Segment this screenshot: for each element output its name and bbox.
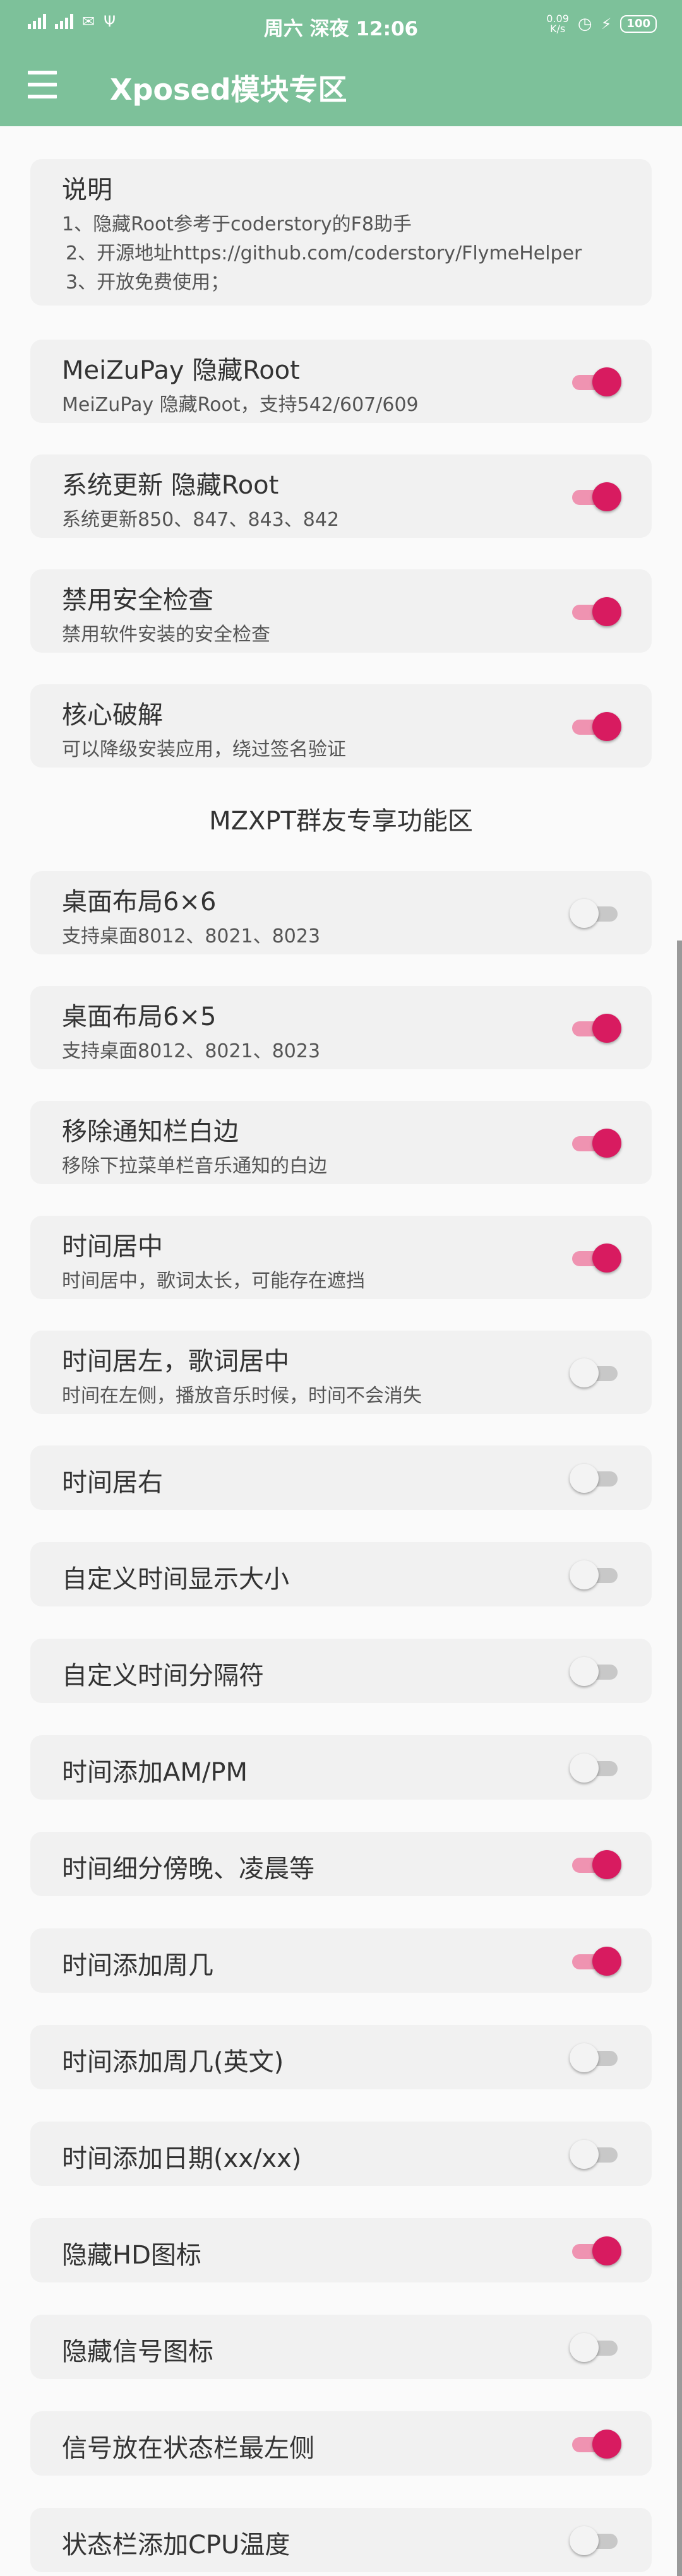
setting-custom-time-size[interactable]: 自定义时间显示大小 xyxy=(30,1542,652,1606)
setting-meizupay-hide-root[interactable]: MeiZuPay 隐藏Root MeiZuPay 隐藏Root，支持542/60… xyxy=(30,340,652,423)
toggle-switch[interactable] xyxy=(570,1010,621,1045)
setting-cpu-temperature[interactable]: 状态栏添加CPU温度 xyxy=(30,2508,652,2572)
setting-desktop-layout-6x6[interactable]: 桌面布局6×6 支持桌面8012、8021、8023 xyxy=(30,871,652,954)
setting-time-right[interactable]: 时间居右 xyxy=(30,1445,652,1510)
scrollbar[interactable] xyxy=(677,941,682,2576)
status-bar: ✉ Ψ 周六 深夜 12:06 0.09 K/s ◷ ⚡ 100 xyxy=(0,0,682,53)
charging-icon: ⚡ xyxy=(601,15,612,33)
setting-time-am-pm[interactable]: 时间添加AM/PM xyxy=(30,1735,652,1800)
toggle-switch[interactable] xyxy=(570,1240,621,1275)
setting-time-center[interactable]: 时间居中 时间居中，歌词太长，可能存在遮挡 xyxy=(30,1216,652,1299)
setting-system-update-hide-root[interactable]: 系统更新 隐藏Root 系统更新850、847、843、842 xyxy=(30,454,652,538)
description-line: 2、开源地址https://github.com/coderstory/Flym… xyxy=(66,242,582,264)
toggle-switch[interactable] xyxy=(570,1846,621,1882)
toggle-switch[interactable] xyxy=(570,1460,621,1495)
setting-desktop-layout-6x5[interactable]: 桌面布局6×5 支持桌面8012、8021、8023 xyxy=(30,986,652,1069)
setting-signal-leftmost[interactable]: 信号放在状态栏最左侧 xyxy=(30,2411,652,2476)
page-title: Xposed模块专区 xyxy=(110,73,347,107)
toggle-switch[interactable] xyxy=(570,364,621,399)
toggle-switch[interactable] xyxy=(570,1750,621,1785)
net-speed: 0.09 K/s xyxy=(546,13,569,35)
status-icons-right: 0.09 K/s ◷ ⚡ 100 xyxy=(546,14,657,34)
toggle-switch[interactable] xyxy=(570,478,621,514)
toggle-switch[interactable] xyxy=(570,1355,621,1390)
setting-time-left-lyrics-center[interactable]: 时间居左，歌词居中 时间在左侧，播放音乐时候，时间不会消失 xyxy=(30,1331,652,1414)
description-card: 说明 1、隐藏Root参考于coderstory的F8助手 2、开源地址http… xyxy=(30,159,652,306)
toggle-switch[interactable] xyxy=(570,593,621,629)
setting-hide-hd-icon[interactable]: 隐藏HD图标 xyxy=(30,2218,652,2282)
setting-time-weekday-english[interactable]: 时间添加周几(英文) xyxy=(30,2025,652,2089)
setting-custom-time-separator[interactable]: 自定义时间分隔符 xyxy=(30,1639,652,1703)
toggle-switch[interactable] xyxy=(570,1557,621,1592)
toggle-switch[interactable] xyxy=(570,2136,621,2171)
toggle-switch[interactable] xyxy=(570,2233,621,2268)
setting-core-crack[interactable]: 核心破解 可以降级安装应用，绕过签名验证 xyxy=(30,684,652,768)
toggle-switch[interactable] xyxy=(570,1653,621,1689)
battery-icon: 100 xyxy=(620,15,657,33)
alarm-icon: ◷ xyxy=(577,15,592,33)
toggle-switch[interactable] xyxy=(570,2329,621,2365)
setting-hide-signal-icon[interactable]: 隐藏信号图标 xyxy=(30,2315,652,2379)
setting-time-weekday[interactable]: 时间添加周几 xyxy=(30,1928,652,1993)
description-line: 1、隐藏Root参考于coderstory的F8助手 xyxy=(62,213,412,235)
description-line: 3、开放免费使用； xyxy=(66,271,230,294)
setting-remove-notification-border[interactable]: 移除通知栏白边 移除下拉菜单栏音乐通知的白边 xyxy=(30,1101,652,1184)
toggle-switch[interactable] xyxy=(570,2426,621,2461)
toggle-switch[interactable] xyxy=(570,1125,621,1160)
toggle-switch[interactable] xyxy=(570,2039,621,2075)
description-title: 说明 xyxy=(62,175,112,205)
setting-time-date[interactable]: 时间添加日期(xx/xx) xyxy=(30,2122,652,2186)
toggle-switch[interactable] xyxy=(570,708,621,744)
setting-disable-security-check[interactable]: 禁用安全检查 禁用软件安装的安全检查 xyxy=(30,569,652,653)
toggle-switch[interactable] xyxy=(570,1943,621,1978)
toggle-switch[interactable] xyxy=(570,895,621,930)
toggle-switch[interactable] xyxy=(570,2522,621,2558)
menu-icon[interactable] xyxy=(28,71,59,104)
app-bar: Xposed模块专区 xyxy=(0,53,682,126)
section-title: MZXPT群友专享功能区 xyxy=(209,807,473,836)
setting-time-period-detail[interactable]: 时间细分傍晚、凌晨等 xyxy=(30,1832,652,1896)
